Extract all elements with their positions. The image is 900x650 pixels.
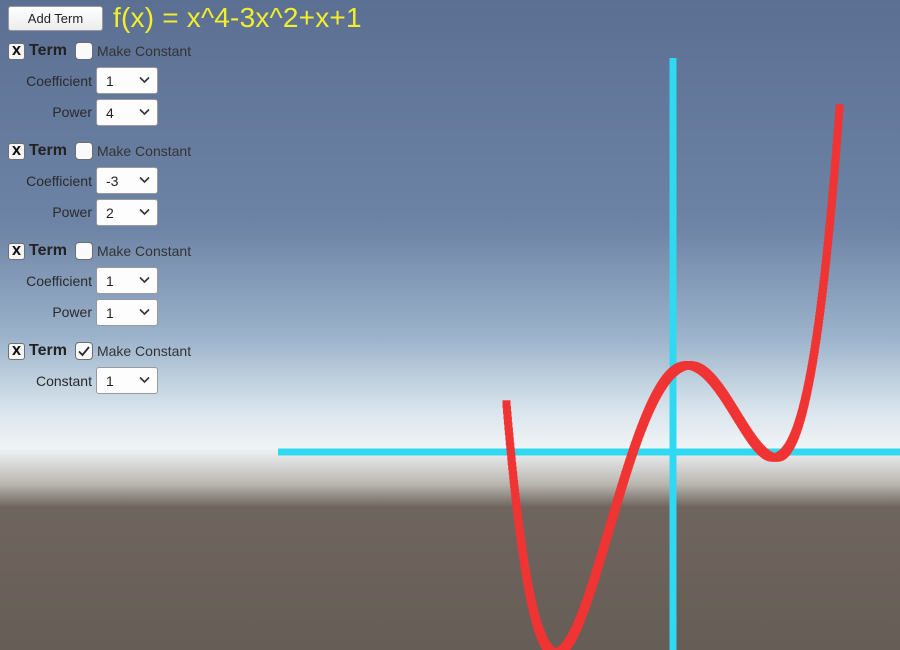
remove-term-button[interactable]: X	[8, 242, 25, 260]
power-dropdown[interactable]: 2	[96, 199, 158, 226]
power-value: 2	[106, 205, 114, 221]
chevron-down-icon	[139, 376, 150, 384]
chevron-down-icon	[139, 276, 150, 284]
remove-term-button[interactable]: X	[8, 142, 25, 160]
make-constant-label: Make Constant	[96, 243, 192, 259]
term-title: Term	[29, 42, 67, 59]
chevron-down-icon	[139, 76, 150, 84]
make-constant-label: Make Constant	[96, 143, 192, 159]
chevron-down-icon	[139, 308, 150, 316]
coefficient-value: 1	[106, 273, 114, 289]
coefficient-label: Coefficient	[26, 173, 92, 189]
term-title: Term	[29, 342, 67, 359]
coefficient-dropdown[interactable]: 1	[96, 267, 158, 294]
constant-value: 1	[106, 373, 114, 389]
close-x-icon: X	[11, 144, 22, 158]
constant-dropdown[interactable]: 1	[96, 367, 158, 394]
term-panel-4: X Term Make Constant Constant 1	[0, 341, 220, 436]
make-constant-label: Make Constant	[96, 343, 192, 359]
close-x-icon: X	[11, 344, 22, 358]
power-value: 1	[106, 305, 114, 321]
chevron-down-icon	[139, 108, 150, 116]
term-panel-1: X Term Make Constant Coefficient 1 Power…	[0, 41, 220, 136]
power-value: 4	[106, 105, 114, 121]
chevron-down-icon	[139, 176, 150, 184]
close-x-icon: X	[11, 244, 22, 258]
coefficient-dropdown[interactable]: 1	[96, 67, 158, 94]
power-label: Power	[52, 304, 92, 320]
term-title: Term	[29, 142, 67, 159]
close-x-icon: X	[11, 44, 22, 58]
coefficient-value: 1	[106, 73, 114, 89]
constant-label: Constant	[35, 373, 92, 389]
coefficient-label: Coefficient	[26, 273, 92, 289]
chevron-down-icon	[139, 208, 150, 216]
function-formula: f(x) = x^4-3x^2+x+1	[113, 2, 362, 33]
term-panel-3: X Term Make Constant Coefficient 1 Power…	[0, 241, 220, 336]
remove-term-button[interactable]: X	[8, 42, 25, 60]
term-panel-2: X Term Make Constant Coefficient -3 Powe…	[0, 141, 220, 236]
coefficient-value: -3	[106, 173, 119, 189]
coefficient-dropdown[interactable]: -3	[96, 167, 158, 194]
power-dropdown[interactable]: 4	[96, 99, 158, 126]
coefficient-label: Coefficient	[26, 73, 92, 89]
make-constant-label: Make Constant	[96, 43, 192, 59]
make-constant-checkbox[interactable]	[74, 142, 93, 160]
add-term-button[interactable]: Add Term	[8, 6, 103, 31]
make-constant-checkbox[interactable]	[74, 42, 93, 60]
remove-term-button[interactable]: X	[8, 342, 25, 360]
power-dropdown[interactable]: 1	[96, 299, 158, 326]
make-constant-checkbox[interactable]	[74, 242, 93, 260]
make-constant-checkbox[interactable]	[74, 342, 93, 360]
term-title: Term	[29, 242, 67, 259]
checkmark-icon	[78, 346, 90, 357]
power-label: Power	[52, 204, 92, 220]
power-label: Power	[52, 104, 92, 120]
